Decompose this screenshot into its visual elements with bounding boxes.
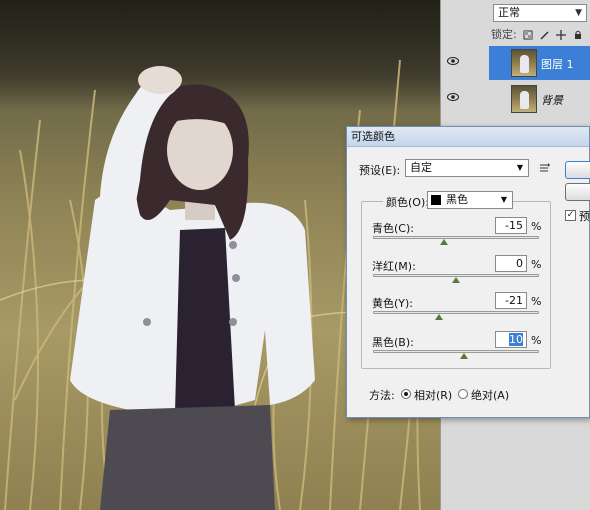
eye-icon[interactable] [447, 93, 459, 101]
chevron-down-icon: ▼ [500, 195, 507, 204]
dialog-title: 可选颜色 [347, 127, 589, 147]
layer-row-background[interactable]: 背景 [447, 82, 590, 116]
slider-label: 黄色(Y): [372, 297, 414, 310]
radio-relative[interactable] [401, 389, 411, 399]
slider-thumb[interactable] [460, 353, 469, 359]
slider-thumb[interactable] [434, 314, 443, 320]
lock-row: 锁定: [491, 26, 590, 44]
preset-select[interactable]: 自定 ▼ [405, 159, 529, 177]
cancel-button[interactable] [565, 183, 590, 201]
ok-button[interactable] [565, 161, 590, 179]
blend-mode-value: 正常 [498, 6, 520, 19]
color-swatch [431, 195, 441, 205]
percent-label: % [531, 258, 542, 271]
layer-row-layer-1[interactable]: 图层 1 [447, 46, 590, 80]
lock-position-icon[interactable] [556, 30, 567, 40]
layer-thumbnail [511, 49, 537, 77]
preset-value: 自定 [410, 161, 432, 174]
slider-label: 洋红(M): [372, 260, 416, 273]
preview-checkbox[interactable]: ✓ [565, 210, 576, 221]
layer-thumbnail [511, 85, 537, 113]
slider-value-input[interactable]: 0 [495, 255, 527, 272]
slider-value-input[interactable]: -21 [495, 292, 527, 309]
slider-thumb[interactable] [452, 277, 460, 283]
radio-absolute-label[interactable]: 绝对(A) [471, 387, 509, 403]
slider-track[interactable] [373, 236, 539, 239]
slider-value-input[interactable]: -15 [495, 217, 527, 234]
chevron-down-icon: ▼ [575, 8, 582, 18]
color-select[interactable]: 黑色 ▼ [427, 191, 513, 209]
selective-color-dialog: 可选颜色 预设(E): 自定 ▼ 颜色(O): 黑色 ▼ 青色(C): -15 … [346, 126, 590, 418]
lock-transparent-icon[interactable] [523, 30, 533, 40]
slider-value-input[interactable]: 10 [495, 331, 527, 348]
layer-name: 背景 [541, 94, 563, 107]
preview-label[interactable]: 预览 [579, 208, 590, 224]
lock-all-icon[interactable] [573, 30, 583, 40]
percent-label: % [531, 334, 542, 347]
method-label: 方法: [369, 389, 395, 402]
layer-name: 图层 1 [541, 58, 574, 71]
blend-mode-select[interactable]: 正常 ▼ [493, 4, 587, 22]
chevron-down-icon: ▼ [516, 163, 523, 172]
percent-label: % [531, 295, 542, 308]
slider-track[interactable] [373, 350, 539, 353]
eye-icon[interactable] [447, 57, 459, 65]
preset-label: 预设(E): [359, 164, 401, 177]
percent-label: % [531, 220, 542, 233]
slider-label: 青色(C): [372, 222, 414, 235]
color-label: 颜色(O): [383, 194, 432, 210]
radio-absolute[interactable] [458, 389, 468, 399]
slider-label: 黑色(B): [372, 336, 414, 349]
preset-options-icon[interactable] [539, 162, 551, 174]
color-value: 黑色 [446, 193, 468, 206]
slider-thumb[interactable] [439, 239, 448, 245]
radio-relative-label[interactable]: 相对(R) [414, 387, 452, 403]
lock-label: 锁定: [491, 28, 517, 41]
slider-track[interactable] [373, 311, 539, 314]
lock-pixels-icon[interactable] [540, 30, 550, 40]
